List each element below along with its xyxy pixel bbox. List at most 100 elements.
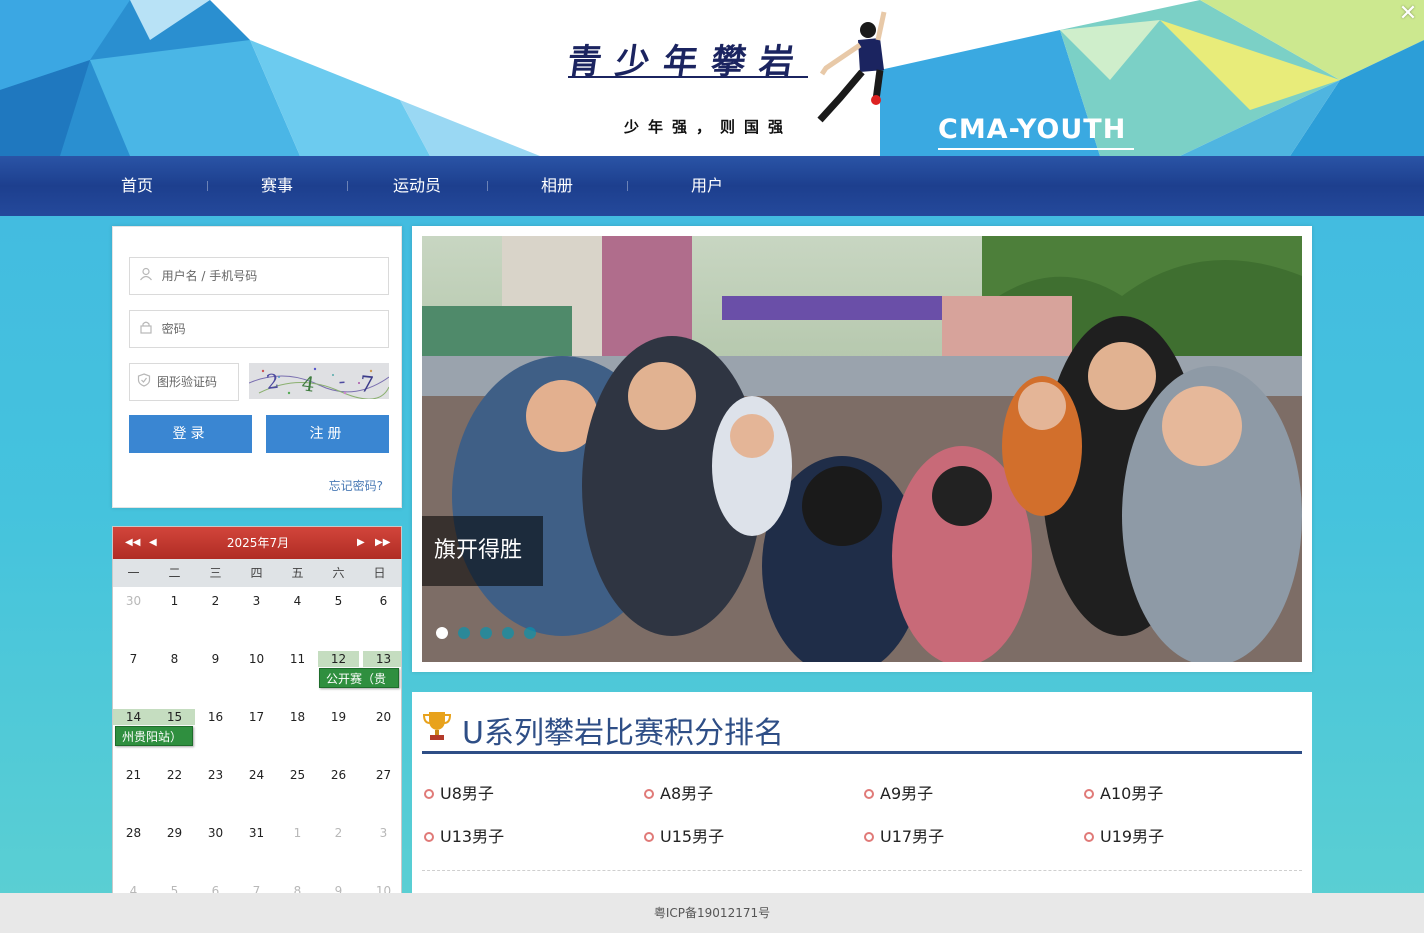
svg-text:7: 7: [358, 372, 375, 398]
captcha-input[interactable]: [157, 364, 238, 400]
calendar-day[interactable]: 18: [277, 709, 318, 725]
calendar-header: ◀◀ ◀ 2025年7月 ▶ ▶▶: [113, 527, 401, 559]
captcha-field: [129, 363, 239, 401]
calendar-day[interactable]: 16: [195, 709, 236, 725]
ranking-link-u15-male[interactable]: U15男子: [644, 826, 724, 848]
ranking-link-label: A8男子: [660, 784, 714, 803]
calendar-day[interactable]: 2: [318, 825, 359, 841]
ranking-link-a8-male[interactable]: A8男子: [644, 783, 713, 805]
calendar-day[interactable]: 30: [195, 825, 236, 841]
username-input[interactable]: [161, 258, 388, 294]
calendar-day[interactable]: 14: [113, 709, 154, 725]
carousel-dot[interactable]: [524, 627, 536, 639]
calendar-day[interactable]: 6: [363, 593, 401, 609]
username-field: [129, 257, 389, 295]
bullet-icon: [864, 789, 874, 799]
login-button[interactable]: 登录: [129, 415, 252, 453]
calendar-day[interactable]: 26: [318, 767, 359, 783]
nav-item-home[interactable]: 首页: [121, 156, 153, 216]
calendar-day[interactable]: 5: [318, 593, 359, 609]
carousel-caption[interactable]: 旗开得胜: [422, 516, 543, 586]
calendar-day[interactable]: 8: [154, 651, 195, 667]
calendar-day[interactable]: 21: [113, 767, 154, 783]
ranking-link-u13-male[interactable]: U13男子: [424, 826, 504, 848]
ranking-link-u19-male[interactable]: U19男子: [1084, 826, 1164, 848]
bullet-icon: [424, 832, 434, 842]
ranking-link-a9-male[interactable]: A9男子: [864, 783, 933, 805]
captcha-image[interactable]: 2 4 - 7: [249, 363, 389, 399]
next-year-icon[interactable]: ▶▶: [375, 527, 390, 559]
nav-item-album[interactable]: 相册: [541, 156, 573, 216]
carousel-dot[interactable]: [458, 627, 470, 639]
carousel-dot[interactable]: [436, 627, 448, 639]
calendar-day[interactable]: 23: [195, 767, 236, 783]
calendar-day[interactable]: 1: [154, 593, 195, 609]
event-pill[interactable]: 公开赛（贵: [319, 668, 399, 688]
next-month-icon[interactable]: ▶: [357, 527, 365, 559]
calendar-day[interactable]: 4: [277, 593, 318, 609]
bullet-icon: [1084, 789, 1094, 799]
calendar-day[interactable]: 12: [318, 651, 359, 667]
nav-item-events[interactable]: 赛事: [261, 156, 293, 216]
calendar-day[interactable]: 19: [318, 709, 359, 725]
calendar-day[interactable]: 13: [363, 651, 401, 667]
calendar-day[interactable]: 29: [154, 825, 195, 841]
user-icon: [130, 267, 162, 285]
calendar-day[interactable]: 25: [277, 767, 318, 783]
calendar-day[interactable]: 3: [363, 825, 401, 841]
ranking-link-a10-male[interactable]: A10男子: [1084, 783, 1163, 805]
calendar-day[interactable]: 28: [113, 825, 154, 841]
svg-text:-: -: [338, 369, 346, 393]
calendar-day[interactable]: 1: [277, 825, 318, 841]
calendar-day[interactable]: 27: [363, 767, 401, 783]
carousel-photo[interactable]: [422, 236, 1302, 662]
password-input[interactable]: [161, 311, 388, 347]
forgot-password-link[interactable]: 忘记密码?: [329, 477, 383, 494]
calendar-day[interactable]: 20: [363, 709, 401, 725]
ranking-title: U系列攀岩比赛积分排名: [462, 716, 784, 751]
ranking-link-u17-male[interactable]: U17男子: [864, 826, 944, 848]
register-button[interactable]: 注册: [266, 415, 389, 453]
news-carousel: 旗开得胜: [412, 226, 1312, 672]
calendar-day[interactable]: 2: [195, 593, 236, 609]
ranking-link-label: U8男子: [440, 784, 494, 803]
ranking-link-label: A10男子: [1100, 784, 1164, 803]
ranking-link-label: U13男子: [440, 827, 505, 846]
svg-text:4: 4: [300, 371, 316, 397]
calendar-day[interactable]: 22: [154, 767, 195, 783]
calendar-weekday-row: 一 二 三 四 五 六 日: [113, 559, 401, 587]
ranking-link-label: U19男子: [1100, 827, 1165, 846]
calendar-day[interactable]: 15: [154, 709, 195, 725]
calendar-day[interactable]: 9: [195, 651, 236, 667]
bullet-icon: [644, 832, 654, 842]
calendar-day[interactable]: 3: [236, 593, 277, 609]
password-field: [129, 310, 389, 348]
lock-icon: [130, 320, 162, 338]
calendar-day[interactable]: 31: [236, 825, 277, 841]
nav-divider: [627, 181, 628, 191]
close-icon[interactable]: ✕: [1396, 2, 1420, 26]
event-calendar: ◀◀ ◀ 2025年7月 ▶ ▶▶ 一 二 三 四 五 六 日 30 1 2 3 4 5 6…: [112, 526, 402, 906]
calendar-day[interactable]: 24: [236, 767, 277, 783]
weekday-label: 四: [250, 566, 263, 580]
carousel-dot[interactable]: [502, 627, 514, 639]
calendar-day[interactable]: 10: [236, 651, 277, 667]
ranking-title-underline: [422, 751, 1302, 754]
ranking-link-u8-male[interactable]: U8男子: [424, 783, 494, 805]
weekday-label: 二: [168, 566, 181, 580]
calendar-day[interactable]: 7: [113, 651, 154, 667]
climber-figure: [817, 11, 887, 123]
icp-record-link[interactable]: 粤ICP备19012171号: [654, 906, 770, 920]
nav-item-athletes[interactable]: 运动员: [393, 156, 441, 216]
carousel-dot[interactable]: [480, 627, 492, 639]
ranking-link-label: U17男子: [880, 827, 945, 846]
banner-title-underline: [568, 76, 808, 78]
nav-item-user[interactable]: 用户: [691, 156, 723, 216]
bullet-icon: [864, 832, 874, 842]
svg-text:2: 2: [265, 369, 280, 394]
calendar-day[interactable]: 11: [277, 651, 318, 667]
event-pill[interactable]: 州贵阳站）: [115, 726, 193, 746]
ranking-divider: [422, 870, 1302, 871]
calendar-day[interactable]: 30: [113, 593, 154, 609]
calendar-day[interactable]: 17: [236, 709, 277, 725]
